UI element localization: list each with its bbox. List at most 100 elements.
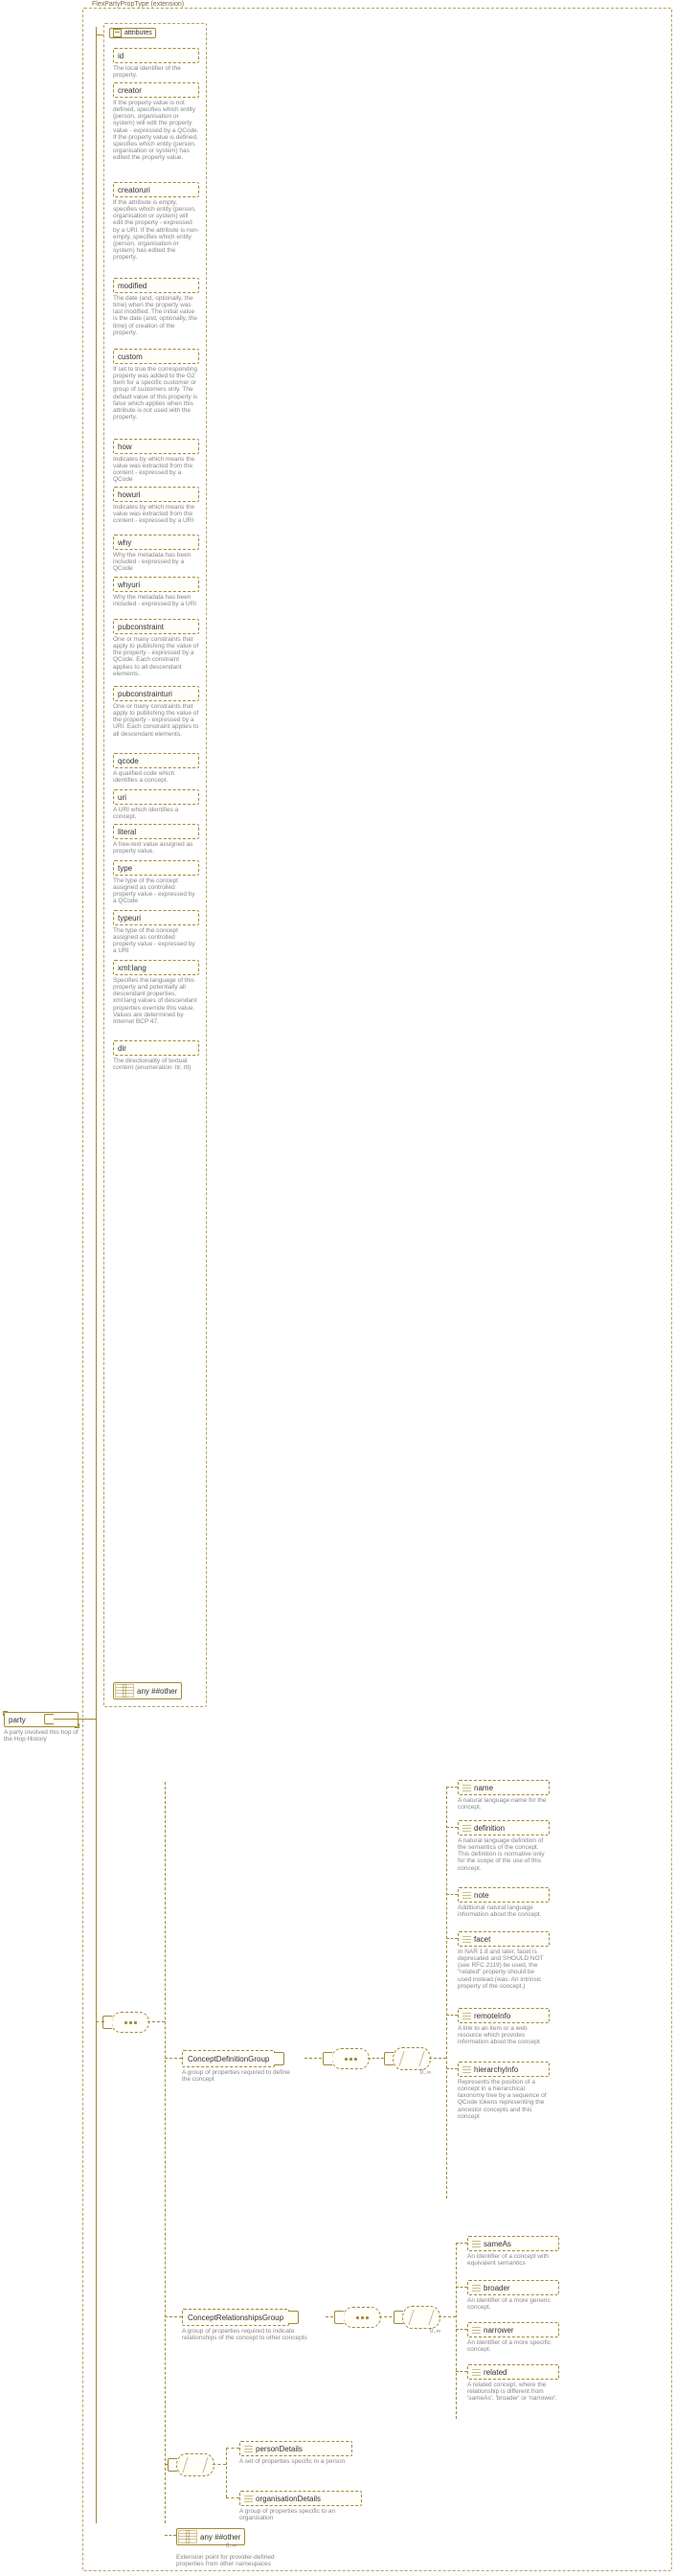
element-related: relatedA related concept, where the rela…	[467, 2364, 559, 2402]
attribute-typeuri: typeuriThe type of the concept assigned …	[113, 910, 199, 955]
attribute-desc: A URI which identifies a concept.	[113, 807, 199, 820]
connector	[226, 2497, 239, 2498]
any-other-el-label: any ##other	[200, 2533, 244, 2542]
element-box: sameAs	[467, 2236, 559, 2251]
attribute-desc: A qualified code which identifies a conc…	[113, 770, 199, 784]
element-hierarchyInfo: hierarchyInfo Represents the position of …	[458, 2062, 550, 2120]
attribute-label: id	[118, 52, 124, 60]
attribute-box: typeuri	[113, 910, 199, 925]
attribute-desc: One or many constraints that apply to pu…	[113, 703, 199, 738]
attribute-box: custom	[113, 349, 199, 364]
sequence-compositor	[111, 2012, 147, 2031]
attribute-desc: Indicates by which means the value was e…	[113, 504, 199, 524]
attribute-box: qcode	[113, 753, 199, 768]
element-desc: A natural language definition of the sem…	[458, 1837, 550, 1872]
element-broader: broaderAn identifier of a more generic c…	[467, 2280, 559, 2311]
expand-toggle-icon[interactable]	[274, 2052, 284, 2065]
connector	[226, 2448, 227, 2497]
element-box: narrower	[467, 2322, 559, 2337]
attribute-desc: Indicates by which means the value was e…	[113, 456, 199, 484]
element-label: hierarchyInfo	[474, 2065, 518, 2074]
element-organisation-details: organisationDetails A group of propertie…	[239, 2491, 362, 2521]
attribute-label: pubconstrainturi	[118, 690, 172, 698]
element-narrower: narrowerAn identifier of a more specific…	[467, 2322, 559, 2353]
expand-toggle-root[interactable]	[44, 1714, 54, 1724]
element-icon	[244, 2446, 253, 2452]
element-desc: Represents the position of a concept in …	[458, 2079, 550, 2120]
attribute-pubconstraint: pubconstraintOne or many constraints tha…	[113, 619, 199, 677]
element-label: sameAs	[484, 2240, 511, 2248]
connector	[96, 27, 97, 2523]
attribute-desc: A free-text value assigned as property v…	[113, 841, 199, 855]
connector	[446, 2015, 458, 2016]
attribute-label: typeuri	[118, 914, 141, 923]
attribute-box: pubconstraint	[113, 619, 199, 634]
connector	[165, 2535, 176, 2536]
connector	[456, 2329, 467, 2330]
attribute-uri: uri A URI which identifies a concept.	[113, 789, 199, 820]
attribute-box: type	[113, 860, 199, 876]
attribute-label: literal	[118, 828, 136, 836]
element-definition: definition A natural language definition …	[458, 1820, 550, 1872]
element-desc: In NAR 1.8 and later, facet is deprecate…	[458, 1949, 550, 1990]
attribute-label: dir	[118, 1044, 126, 1053]
extension-frame-title: FlexPartyPropType (extension)	[89, 1, 187, 8]
element-box: remoteInfo	[458, 2008, 550, 2023]
connector	[147, 2021, 165, 2022]
minus-icon	[113, 29, 122, 37]
connector	[446, 2068, 458, 2069]
element-sameAs: sameAs An identifier of a concept with eq…	[467, 2236, 559, 2267]
element-label: organisationDetails	[256, 2495, 321, 2503]
attribute-desc: If the property value is not defined, sp…	[113, 100, 199, 161]
attribute-literal: literal A free-text value assigned as pro…	[113, 824, 199, 855]
group-ref-concept-relationships: ConceptRelationshipsGroup A group of pro…	[182, 2309, 326, 2341]
attribute-why: whyWhy the metadata has been included - …	[113, 535, 199, 572]
attribute-label: how	[118, 443, 132, 451]
attribute-creator: creatorIf the property value is not defi…	[113, 82, 199, 161]
expand-toggle-icon[interactable]	[288, 2311, 299, 2324]
connector	[446, 1787, 447, 2199]
connector	[456, 2243, 467, 2244]
root-element-party: party A party involved this hop of the H…	[4, 1712, 79, 1743]
connector	[54, 1719, 82, 1720]
attribute-desc: Specifies the language of this property …	[113, 977, 199, 1025]
schema-diagram: party A party involved this hop of the H…	[0, 0, 676, 2576]
attribute-label: creatoruri	[118, 186, 150, 194]
attribute-desc: The type of the concept assigned as cont…	[113, 878, 199, 905]
element-label: definition	[474, 1824, 505, 1833]
element-person-details: personDetails A set of properties specif…	[239, 2441, 352, 2465]
stack-icon	[123, 1684, 134, 1698]
element-desc: An identifier of a concept with equivale…	[467, 2253, 559, 2267]
element-icon	[462, 1892, 471, 1899]
element-icon	[462, 2013, 471, 2019]
element-box: hierarchyInfo	[458, 2062, 550, 2077]
element-box: related	[467, 2364, 559, 2380]
element-icon	[462, 1825, 471, 1832]
element-name: nameA natural language name for the conc…	[458, 1780, 550, 1811]
attribute-desc: The local identifier of the property.	[113, 65, 199, 79]
attribute-label: qcode	[118, 757, 139, 765]
occurrence: 0..∞	[420, 2070, 431, 2076]
attribute-box: uri	[113, 789, 199, 805]
attribute-desc: Why the metadata has been included - exp…	[113, 594, 199, 607]
attributes-label: attributes	[124, 30, 152, 36]
element-label: name	[474, 1784, 493, 1792]
attributes-header[interactable]: attributes	[109, 28, 156, 38]
attribute-desc: If set to true the corresponding propert…	[113, 366, 199, 421]
attribute-label: modified	[118, 282, 146, 290]
element-desc: A set of properties specific to a person	[239, 2458, 352, 2465]
attribute-type: type The type of the concept assigned as …	[113, 860, 199, 905]
attribute-label: pubconstraint	[118, 623, 164, 631]
sequence-compositor	[343, 2307, 379, 2326]
attribute-howuri: howuriIndicates by which means the value…	[113, 487, 199, 524]
group-def-desc: A group of properties required to define…	[182, 2069, 297, 2083]
connector	[165, 1782, 166, 2523]
connector	[446, 1894, 458, 1895]
attribute-label: uri	[118, 793, 126, 802]
element-facet: facetIn NAR 1.8 and later, facet is depr…	[458, 1931, 550, 1990]
attribute-xml-lang: xml:langSpecifies the language of this p…	[113, 960, 199, 1025]
attribute-custom: custom If set to true the corresponding p…	[113, 349, 199, 421]
group-rel-desc: A group of properties required to indica…	[182, 2328, 318, 2341]
attribute-box: pubconstrainturi	[113, 686, 199, 701]
choice-compositor: 0..∞	[393, 2047, 429, 2068]
